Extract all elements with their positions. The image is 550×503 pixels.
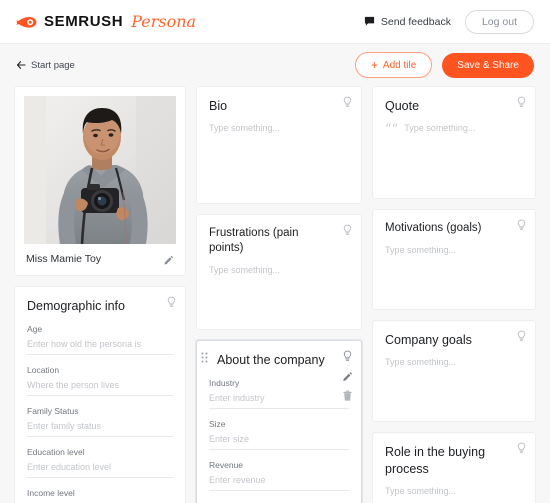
- board-column-middle: Bio Type something... Frustrations (pain…: [196, 86, 362, 503]
- company-size-input[interactable]: [209, 430, 349, 451]
- add-tile-button[interactable]: + Add tile: [354, 52, 433, 78]
- card-icons-buying-role: [516, 442, 527, 454]
- card-icons-company: [342, 350, 353, 402]
- brand-logo[interactable]: SEMRUSH Persona: [16, 12, 196, 31]
- company-goals-placeholder[interactable]: Type something...: [385, 357, 523, 367]
- demographic-family-status-input[interactable]: [27, 417, 173, 438]
- lightbulb-icon[interactable]: [342, 350, 353, 362]
- card-icons-demographic: [166, 296, 177, 308]
- card-title-demographic: Demographic info: [27, 299, 125, 313]
- card-title-buying-role: Role in the buying process: [385, 445, 486, 476]
- logout-button[interactable]: Log out: [464, 9, 534, 34]
- field-label: Education level: [27, 447, 85, 458]
- frustrations-placeholder[interactable]: Type something...: [209, 265, 349, 275]
- demographic-education-input[interactable]: [27, 458, 173, 479]
- card-frustrations: Frustrations (pain points) Type somethin…: [196, 214, 362, 331]
- header-actions: Send feedback Log out: [364, 9, 534, 34]
- card-about-the-company: About the company Industry Size Revenue: [196, 340, 362, 503]
- field-label: Age: [27, 324, 43, 335]
- trash-icon[interactable]: [342, 390, 353, 402]
- board-column-right: Quote ““ Type something... Motivations (…: [372, 86, 536, 503]
- card-icons-motivations: [516, 219, 527, 231]
- demographic-age-input[interactable]: [27, 335, 173, 356]
- field-label: Industry: [209, 378, 240, 389]
- card-title-bio: Bio: [209, 99, 228, 113]
- company-fields: Industry Size Revenue B2B/B2C/Hybrid: [209, 378, 349, 503]
- buying-role-placeholder[interactable]: Type something...: [385, 486, 523, 496]
- lightbulb-icon[interactable]: [516, 330, 527, 342]
- card-role-in-buying-process: Role in the buying process Type somethin…: [372, 432, 536, 503]
- back-label: Start page: [31, 59, 75, 71]
- field-row: Location: [27, 365, 173, 397]
- plus-icon: +: [370, 58, 378, 72]
- persona-photo[interactable]: [24, 96, 176, 244]
- persona-name-row: Miss Mamie Toy: [24, 253, 176, 267]
- motivations-placeholder[interactable]: Type something...: [385, 245, 523, 255]
- save-and-share-button[interactable]: Save & Share: [442, 52, 534, 78]
- field-row: Revenue: [209, 460, 349, 492]
- lightbulb-icon[interactable]: [342, 224, 353, 236]
- persona-photo-card: Miss Mamie Toy: [14, 86, 186, 276]
- card-title-frustrations: Frustrations (pain points): [209, 227, 299, 255]
- speech-bubble-icon: [364, 16, 374, 26]
- semrush-flame-icon: [16, 16, 37, 28]
- lightbulb-icon[interactable]: [166, 296, 177, 308]
- card-demographic-info: Demographic info Age Location Family Sta…: [14, 286, 186, 503]
- company-industry-input[interactable]: [209, 389, 349, 410]
- quote-row: ““ Type something...: [385, 123, 523, 136]
- app-header: SEMRUSH Persona Send feedback Log out: [0, 0, 550, 44]
- card-motivations: Motivations (goals) Type something...: [372, 209, 536, 311]
- card-bio: Bio Type something...: [196, 86, 362, 205]
- field-row: Industry: [209, 378, 349, 410]
- card-title-quote: Quote: [385, 99, 420, 113]
- persona-photo-image: [24, 96, 176, 244]
- field-label: Size: [209, 419, 226, 430]
- lightbulb-icon[interactable]: [342, 96, 353, 108]
- brand-name: SEMRUSH: [44, 13, 124, 30]
- arrow-left-icon: [16, 61, 26, 69]
- card-title-motivations: Motivations (goals): [385, 222, 482, 235]
- demographic-income-input[interactable]: [27, 499, 173, 503]
- field-row: Size: [209, 419, 349, 451]
- lightbulb-icon[interactable]: [516, 96, 527, 108]
- back-to-start-page-link[interactable]: Start page: [16, 60, 75, 71]
- field-row: Age: [27, 324, 173, 356]
- bio-placeholder[interactable]: Type something...: [209, 123, 349, 133]
- field-label: Revenue: [209, 460, 244, 471]
- demographic-fields: Age Location Family Status Education lev…: [27, 324, 173, 503]
- persona-app: SEMRUSH Persona Send feedback Log out St…: [0, 0, 550, 503]
- demographic-location-input[interactable]: [27, 376, 173, 397]
- page-toolbar: Start page + Add tile Save & Share: [0, 44, 550, 86]
- drag-handle-icon[interactable]: [201, 352, 208, 363]
- lightbulb-icon[interactable]: [516, 442, 527, 454]
- card-title-company: About the company: [217, 353, 325, 368]
- card-icons-company-goals: [516, 330, 527, 342]
- brand-product: Persona: [131, 12, 197, 31]
- board-column-left: Miss Mamie Toy Demographic info Age Ente…: [14, 86, 186, 503]
- field-row: Family Status: [27, 406, 173, 438]
- quote-mark-icon: ““: [385, 122, 399, 138]
- send-feedback-button[interactable]: Send feedback: [364, 16, 451, 28]
- card-title-company-goals: Company goals: [385, 333, 472, 348]
- quote-placeholder[interactable]: Type something...: [404, 123, 475, 133]
- field-row: Education level: [27, 447, 173, 479]
- card-company-goals: Company goals Type something...: [372, 320, 536, 423]
- persona-name: Miss Mamie Toy: [26, 253, 102, 265]
- add-tile-label: Add tile: [382, 59, 417, 71]
- card-icons-quote: [516, 96, 527, 108]
- toolbar-actions: + Add tile Save & Share: [354, 52, 534, 78]
- card-icons-bio: [342, 96, 353, 108]
- pencil-icon[interactable]: [342, 370, 353, 382]
- field-label: Family Status: [27, 406, 79, 417]
- pencil-icon[interactable]: [163, 254, 174, 265]
- field-row: Income level: [27, 488, 173, 503]
- card-quote: Quote ““ Type something...: [372, 86, 536, 200]
- company-revenue-input[interactable]: [209, 471, 349, 492]
- card-icons-frustrations: [342, 224, 353, 236]
- persona-board: Miss Mamie Toy Demographic info Age Ente…: [0, 86, 550, 503]
- field-label: Location: [27, 365, 60, 376]
- send-feedback-label: Send feedback: [380, 15, 451, 28]
- field-label: Income level: [27, 488, 75, 499]
- lightbulb-icon[interactable]: [516, 219, 527, 231]
